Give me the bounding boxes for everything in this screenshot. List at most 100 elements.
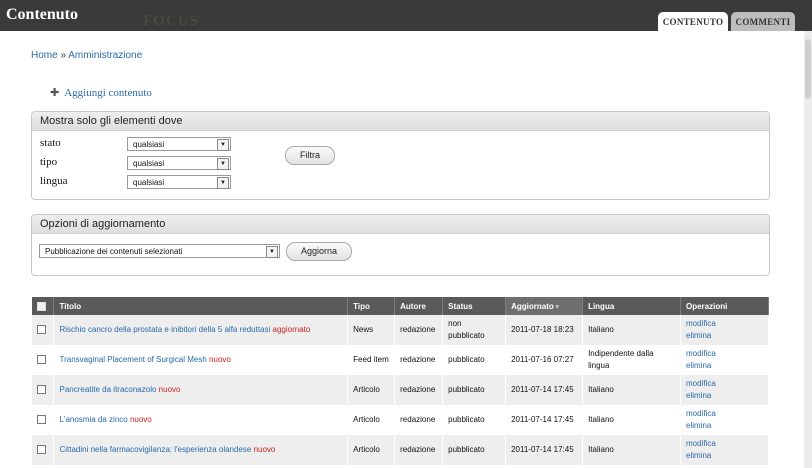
delete-link[interactable]: elimina <box>686 360 763 372</box>
row-checkbox[interactable] <box>37 385 46 395</box>
filter-select-tipo[interactable]: qualsiasi ▼ <box>127 156 231 170</box>
operations-cell: modifica elimina <box>680 435 769 465</box>
breadcrumb: Home » Amministrazione <box>31 50 142 61</box>
filter-select-lingua[interactable]: qualsiasi ▼ <box>127 175 231 189</box>
column-header-titolo[interactable]: Titolo <box>53 297 349 315</box>
updated-cell: 2011-07-14 17:45 <box>505 435 584 465</box>
title-link[interactable]: Pancreatite da itraconazolo <box>59 385 156 394</box>
language-cell: Italiano <box>582 405 681 435</box>
updated-cell: 2011-07-14 17:45 <box>505 375 584 405</box>
author-cell: redazione <box>394 435 444 465</box>
breadcrumb-separator: » <box>60 50 67 61</box>
title-cell: L'anosmia da zinco nuovo <box>53 405 349 435</box>
add-content-action[interactable]: ✚ Aggiungi contenuto <box>50 86 152 99</box>
update-operation-select[interactable]: Pubblicazione dei contenuti selezionati ▼ <box>39 244 280 258</box>
chevron-down-icon: ▼ <box>217 177 229 189</box>
column-header-lingua[interactable]: Lingua <box>582 297 681 315</box>
row-checkbox-cell <box>32 375 55 405</box>
page-title: Contenuto <box>6 6 79 23</box>
chevron-down-icon: ▼ <box>217 139 229 151</box>
table-header-row: Titolo Tipo Autore Status Aggiornato▼ Li… <box>32 297 769 315</box>
operations-cell: modifica elimina <box>680 405 769 435</box>
row-checkbox-cell <box>32 435 55 465</box>
author-cell: redazione <box>394 375 444 405</box>
delete-link[interactable]: elimina <box>686 330 763 342</box>
row-checkbox[interactable] <box>37 445 46 455</box>
edit-link[interactable]: modifica <box>686 378 763 390</box>
status-cell: pubblicato <box>442 405 507 435</box>
status-flag: nuovo <box>253 445 276 454</box>
row-checkbox[interactable] <box>37 355 46 365</box>
filter-select-stato[interactable]: qualsiasi ▼ <box>127 137 231 151</box>
title-link[interactable]: Transvaginal Placement of Surgical Mesh <box>59 355 206 364</box>
edit-link[interactable]: modifica <box>686 438 763 450</box>
delete-link[interactable]: elimina <box>686 450 763 462</box>
filter-label-lingua: lingua <box>40 175 68 187</box>
table-row: Transvaginal Placement of Surgical Mesh … <box>32 345 769 375</box>
filter-select-lingua-value: qualsiasi <box>133 178 165 187</box>
language-cell: Indipendente dalla lingua <box>582 345 681 375</box>
column-header-status[interactable]: Status <box>442 297 507 315</box>
status-cell: pubblicato <box>442 375 507 405</box>
site-logo: FOCUS <box>143 13 199 29</box>
chevron-down-icon: ▼ <box>217 158 229 170</box>
filter-select-tipo-value: qualsiasi <box>133 159 165 168</box>
status-cell: pubblicato <box>442 345 507 375</box>
select-all-checkbox[interactable] <box>37 301 46 311</box>
row-checkbox-cell <box>32 315 55 345</box>
column-header-autore[interactable]: Autore <box>394 297 444 315</box>
scrollbar-thumb[interactable] <box>805 39 811 99</box>
content-table: Titolo Tipo Autore Status Aggiornato▼ Li… <box>32 297 769 465</box>
filter-select-stato-value: qualsiasi <box>133 140 165 149</box>
delete-link[interactable]: elimina <box>686 390 763 402</box>
update-button[interactable]: Aggiorna <box>286 242 352 261</box>
title-cell: Cittadini nella farmacovigilanza: l'espe… <box>53 435 349 465</box>
edit-link[interactable]: modifica <box>686 318 763 330</box>
language-cell: Italiano <box>582 375 681 405</box>
author-cell: redazione <box>394 345 444 375</box>
title-link[interactable]: L'anosmia da zinco <box>59 415 127 424</box>
author-cell: redazione <box>394 405 444 435</box>
updated-cell: 2011-07-16 07:27 <box>505 345 584 375</box>
filter-legend: Mostra solo gli elementi dove <box>32 112 769 131</box>
select-all-header[interactable] <box>32 297 55 315</box>
delete-link[interactable]: elimina <box>686 420 763 432</box>
filter-fieldset: Mostra solo gli elementi dove stato qual… <box>31 111 770 200</box>
edit-link[interactable]: modifica <box>686 408 763 420</box>
add-content-link[interactable]: Aggiungi contenuto <box>64 87 152 99</box>
table-row: Cittadini nella farmacovigilanza: l'espe… <box>32 435 769 465</box>
title-cell: Transvaginal Placement of Surgical Mesh … <box>53 345 349 375</box>
operations-cell: modifica elimina <box>680 375 769 405</box>
column-header-operazioni: Operazioni <box>680 297 769 315</box>
status-flag: nuovo <box>209 355 231 364</box>
operations-cell: modifica elimina <box>680 345 769 375</box>
column-header-tipo[interactable]: Tipo <box>347 297 396 315</box>
type-cell: Articolo <box>347 435 396 465</box>
status-flag: nuovo <box>158 385 181 394</box>
author-cell: redazione <box>394 315 444 345</box>
column-header-aggiornato[interactable]: Aggiornato▼ <box>505 297 584 315</box>
filter-button[interactable]: Filtra <box>285 146 335 165</box>
top-bar: Contenuto FOCUS CONTENUTO COMMENTI <box>0 0 812 31</box>
update-options-fieldset: Opzioni di aggiornamento Pubblicazione d… <box>31 214 770 276</box>
breadcrumb-admin-link[interactable]: Amministrazione <box>68 50 142 61</box>
table-row: Pancreatite da itraconazolo nuovo Artico… <box>32 375 769 405</box>
row-checkbox[interactable] <box>37 415 46 425</box>
row-checkbox[interactable] <box>37 325 46 335</box>
title-link[interactable]: Cittadini nella farmacovigilanza: l'espe… <box>59 445 251 454</box>
title-link[interactable]: Rischio cancro della prostata e inibitor… <box>59 325 270 334</box>
vertical-scrollbar[interactable] <box>804 31 812 468</box>
tab-contenuto[interactable]: CONTENUTO <box>658 12 728 31</box>
status-flag: aggiornato <box>272 325 311 334</box>
filter-label-stato: stato <box>40 137 61 149</box>
edit-link[interactable]: modifica <box>686 348 763 360</box>
update-operation-value: Pubblicazione dei contenuti selezionati <box>45 247 183 256</box>
type-cell: Feed item <box>347 345 396 375</box>
type-cell: Articolo <box>347 405 396 435</box>
table-row: Rischio cancro della prostata e inibitor… <box>32 315 769 345</box>
plus-icon: ✚ <box>50 87 60 99</box>
tab-commenti[interactable]: COMMENTI <box>731 12 795 31</box>
type-cell: News <box>347 315 396 345</box>
breadcrumb-home-link[interactable]: Home <box>31 50 58 61</box>
table-row: L'anosmia da zinco nuovo Articolo redazi… <box>32 405 769 435</box>
